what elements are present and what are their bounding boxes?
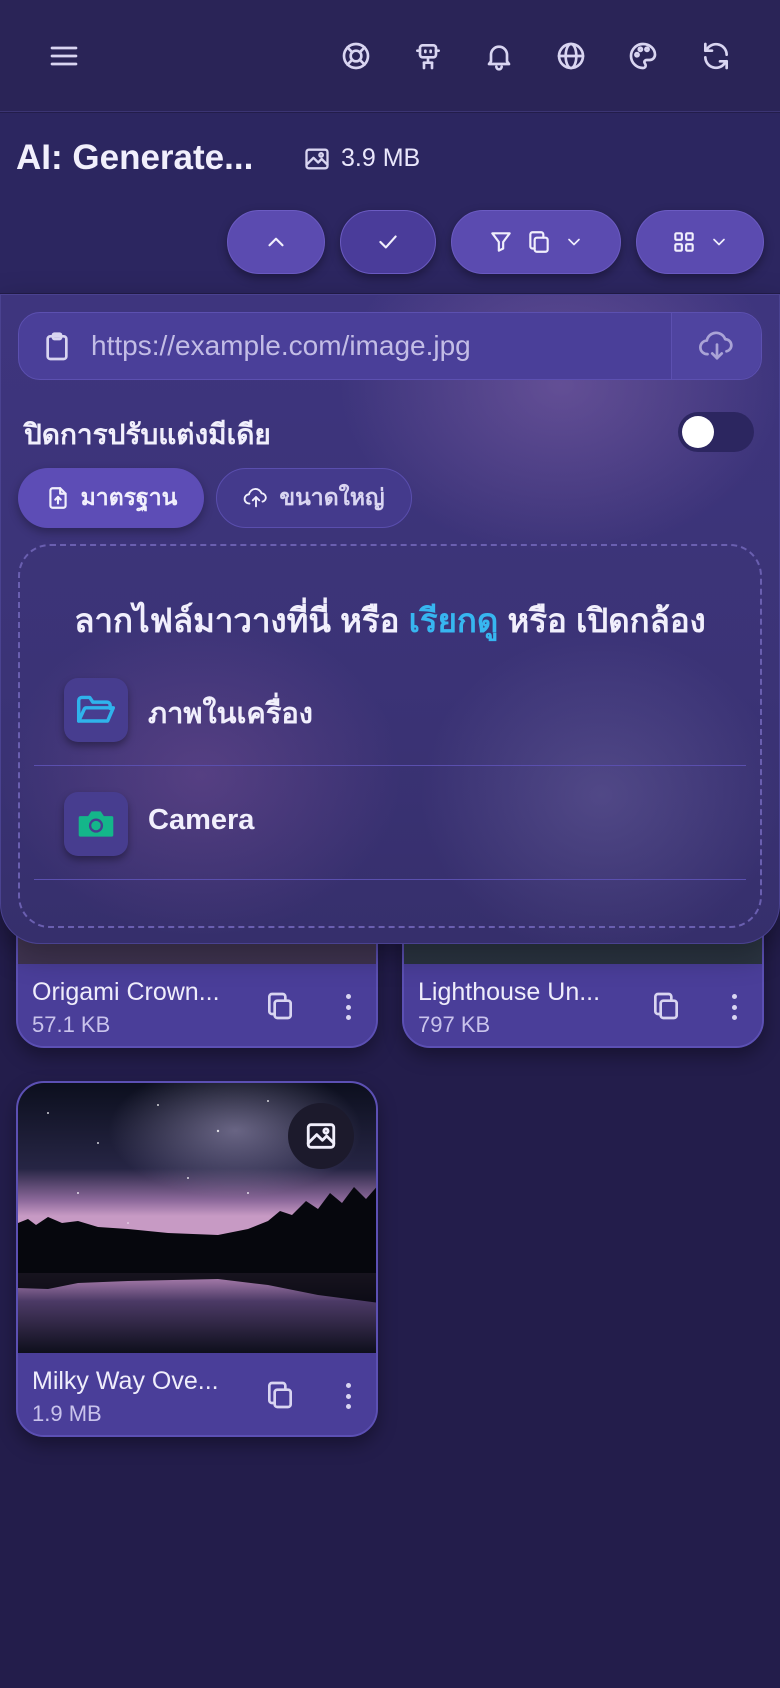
palette-icon[interactable] bbox=[623, 36, 663, 76]
image-type-badge bbox=[288, 1103, 354, 1169]
clipboard-icon[interactable] bbox=[41, 330, 73, 364]
large-upload-button[interactable]: ขนาดใหญ่ bbox=[216, 468, 412, 528]
media-size: 57.1 KB bbox=[32, 1012, 111, 1037]
chevron-down-icon bbox=[568, 238, 580, 246]
more-options-icon[interactable] bbox=[336, 990, 360, 1024]
check-icon bbox=[379, 235, 397, 249]
bell-icon[interactable] bbox=[479, 36, 519, 76]
more-options-icon[interactable] bbox=[722, 990, 746, 1024]
more-options-icon[interactable] bbox=[336, 1379, 360, 1413]
drop-text-suffix: หรือ เปิดกล้อง bbox=[507, 602, 706, 639]
grid-icon bbox=[674, 232, 694, 252]
copy-icon bbox=[529, 231, 549, 253]
globe-icon[interactable] bbox=[551, 36, 591, 76]
album-title: AI: Generate... bbox=[16, 138, 254, 177]
filter-dropdown[interactable] bbox=[451, 210, 621, 274]
browse-link[interactable]: เรียกดู bbox=[409, 602, 499, 639]
image-icon bbox=[305, 148, 329, 169]
select-button[interactable] bbox=[340, 210, 436, 274]
disable-media-optimize-toggle[interactable] bbox=[678, 412, 754, 452]
media-name: Lighthouse Un... bbox=[418, 978, 601, 1006]
filter-icon bbox=[491, 232, 511, 252]
large-upload-label: ขนาดใหญ่ bbox=[279, 484, 385, 510]
cloud-download-icon bbox=[698, 331, 733, 360]
camera-icon bbox=[64, 792, 128, 856]
album-size-text: 3.9 MB bbox=[341, 144, 421, 172]
view-mode-dropdown[interactable] bbox=[636, 210, 764, 274]
url-input[interactable] bbox=[91, 313, 671, 379]
media-size: 797 KB bbox=[418, 1012, 491, 1037]
source-device-label: ภาพในเครื่อง bbox=[148, 698, 313, 730]
toggle-knob bbox=[682, 416, 714, 448]
media-name: Milky Way Ove... bbox=[32, 1367, 219, 1395]
support-icon[interactable] bbox=[336, 36, 376, 76]
media-name: Origami Crown... bbox=[32, 978, 220, 1006]
media-size: 1.9 MB bbox=[32, 1401, 102, 1426]
standard-upload-button[interactable]: มาตรฐาน bbox=[18, 468, 204, 528]
media-card[interactable]: Milky Way Ove... 1.9 MB bbox=[16, 1081, 378, 1437]
chevron-down-icon bbox=[713, 238, 725, 246]
source-camera-option[interactable]: Camera bbox=[34, 768, 746, 880]
album-size: 3.9 MB bbox=[303, 144, 420, 173]
media-info: Milky Way Ove... 1.9 MB bbox=[18, 1353, 376, 1435]
drop-zone-instructions: ลากไฟล์มาวางที่นี่ หรือ เรียกดู หรือ เปิ… bbox=[0, 594, 780, 647]
source-camera-label: Camera bbox=[148, 804, 255, 836]
copy-icon[interactable] bbox=[264, 1379, 298, 1413]
refresh-icon[interactable] bbox=[696, 36, 736, 76]
copy-icon[interactable] bbox=[264, 990, 298, 1024]
file-upload-icon bbox=[48, 487, 67, 509]
copy-icon[interactable] bbox=[650, 990, 684, 1024]
media-info: Origami Crown... 57.1 KB bbox=[18, 964, 376, 1046]
menu-icon[interactable] bbox=[44, 36, 84, 76]
source-device-option[interactable]: ภาพในเครื่อง bbox=[34, 654, 746, 766]
standard-upload-label: มาตรฐาน bbox=[80, 484, 178, 510]
media-info: Lighthouse Un... 797 KB bbox=[404, 964, 762, 1046]
chevron-up-icon bbox=[268, 237, 284, 247]
download-url-button[interactable] bbox=[671, 313, 761, 379]
collapse-button[interactable] bbox=[227, 210, 325, 274]
url-field bbox=[18, 312, 762, 380]
cloud-upload-icon bbox=[244, 488, 268, 508]
folder-icon bbox=[64, 678, 128, 742]
image-icon bbox=[306, 1123, 336, 1149]
top-app-bar bbox=[0, 0, 780, 112]
disable-media-optimize-label: ปิดการปรับแต่งมีเดีย bbox=[24, 419, 271, 450]
drop-text-prefix: ลากไฟล์มาวางที่นี่ หรือ bbox=[74, 602, 400, 639]
robot-icon[interactable] bbox=[408, 36, 448, 76]
